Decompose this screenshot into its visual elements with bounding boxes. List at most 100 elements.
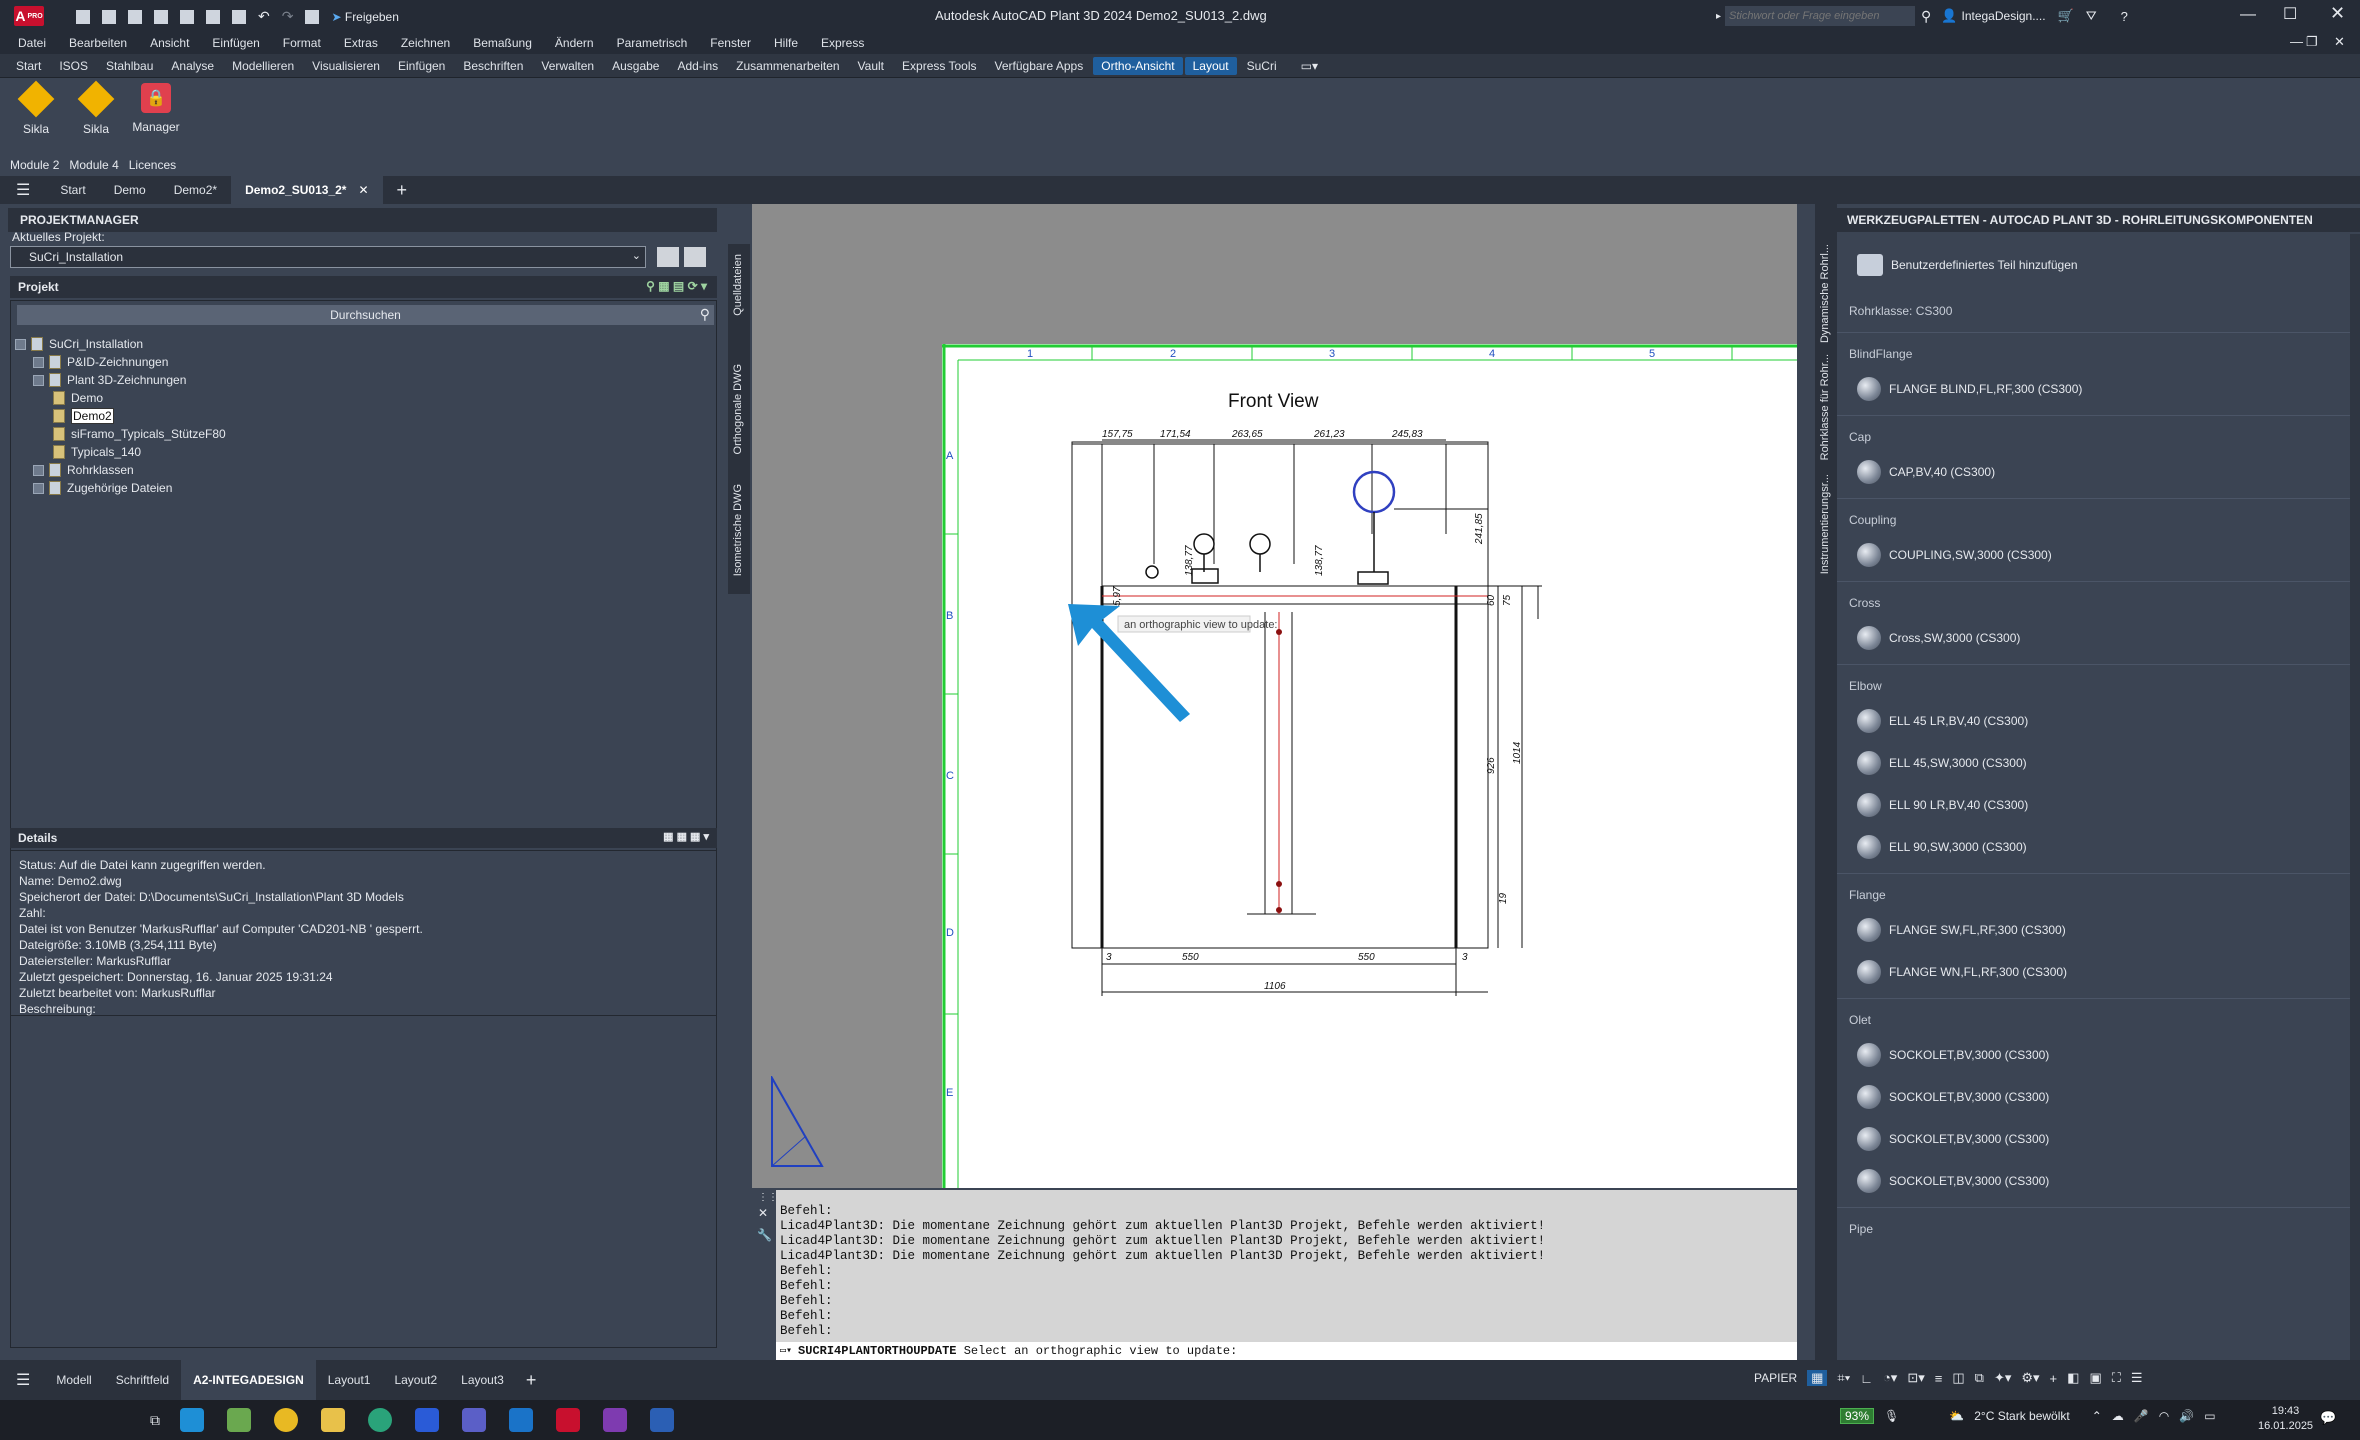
outlook-icon[interactable] xyxy=(509,1408,533,1432)
tree-item-root[interactable]: SuCri_Installation xyxy=(15,335,226,353)
cart-icon[interactable]: 🛒 xyxy=(2058,8,2074,24)
customize-icon[interactable]: ☰ xyxy=(2131,1370,2143,1386)
clean-screen-icon[interactable]: ⛶ xyxy=(2112,1370,2121,1386)
print-project-icon[interactable] xyxy=(657,247,679,267)
palette-item[interactable]: SOCKOLET,BV,3000 (CS300) xyxy=(1857,1085,2350,1109)
tab-beschriften[interactable]: Beschriften xyxy=(455,57,531,75)
palette-item[interactable]: COUPLING,SW,3000 (CS300) xyxy=(1857,543,2350,567)
snap-icon[interactable]: ⌗▾ xyxy=(1837,1370,1850,1386)
menu-parametrisch[interactable]: Parametrisch xyxy=(617,36,688,50)
web-save-icon[interactable] xyxy=(180,9,194,24)
mic-icon[interactable]: 🎙 xyxy=(1884,1409,1899,1423)
project-tools-icons[interactable]: ⚲ ▦ ▤ ⟳ ▾ xyxy=(646,279,707,293)
palette-item[interactable]: FLANGE BLIND,FL,RF,300 (CS300) xyxy=(1857,377,2350,401)
tab-visualisieren[interactable]: Visualisieren xyxy=(304,57,388,75)
lineweight-icon[interactable]: ≡ xyxy=(1935,1371,1943,1386)
grid-icon[interactable]: ▦ xyxy=(1807,1370,1828,1386)
doc-tab-start[interactable]: Start xyxy=(46,176,99,204)
onenote-icon[interactable] xyxy=(603,1408,627,1432)
layout-tab-a2-integadesign[interactable]: A2-INTEGADESIGN xyxy=(181,1360,316,1400)
layout-tab-layout1[interactable]: Layout1 xyxy=(316,1360,383,1400)
tab-analyse[interactable]: Analyse xyxy=(163,57,222,75)
palette-item[interactable]: SOCKOLET,BV,3000 (CS300) xyxy=(1857,1169,2350,1193)
app-taskbar-icon[interactable] xyxy=(180,1408,204,1432)
menu-express[interactable]: Express xyxy=(821,36,864,50)
app-taskbar-icon[interactable] xyxy=(415,1408,439,1432)
autocad-icon[interactable] xyxy=(556,1408,580,1432)
close-icon[interactable]: ✕ xyxy=(758,1206,768,1220)
transparency-icon[interactable]: ◫ xyxy=(1952,1370,1964,1386)
tree-item-siframo[interactable]: siFramo_Typicals_StützeF80 xyxy=(15,425,226,443)
paper-sheet[interactable]: 1 2 3 4 5 A B C D E Front View 157,75 17… xyxy=(942,344,1797,1188)
volume-icon[interactable]: 🔊 xyxy=(2179,1409,2194,1423)
redo-icon[interactable]: ↷ xyxy=(282,8,294,25)
user-account[interactable]: IntegaDesign.... xyxy=(1961,9,2045,23)
project-setup-icon[interactable] xyxy=(684,247,706,267)
tree-item-typicals[interactable]: Typicals_140 xyxy=(15,443,226,461)
collapse-icon[interactable] xyxy=(33,374,44,386)
tree-item-rohrklassen[interactable]: Rohrklassen xyxy=(15,461,226,479)
doc-tab-demo2-su013[interactable]: Demo2_SU013_2* ✕ xyxy=(231,176,383,204)
layout-tab-layout2[interactable]: Layout2 xyxy=(382,1360,449,1400)
weather-text[interactable]: 2°C Stark bewölkt xyxy=(1974,1409,2070,1423)
wifi-icon[interactable]: ◠ xyxy=(2159,1409,2169,1423)
command-input[interactable]: ▭▾ SUCRI4PLANTORTHOUPDATE Select an orth… xyxy=(776,1342,1797,1360)
menu-einfuegen[interactable]: Einfügen xyxy=(212,36,259,50)
palette-scrollbar[interactable] xyxy=(2350,234,2360,1360)
word-icon[interactable] xyxy=(650,1408,674,1432)
new-file-icon[interactable] xyxy=(76,9,90,24)
menu-hilfe[interactable]: Hilfe xyxy=(774,36,798,50)
hamburger-menu-icon[interactable]: ☰ xyxy=(16,1370,30,1390)
share-button[interactable]: ➤ Freigeben xyxy=(331,10,398,24)
collapse-icon[interactable] xyxy=(15,338,26,350)
menu-datei[interactable]: Datei xyxy=(18,36,46,50)
expand-icon[interactable] xyxy=(33,356,44,368)
app-logo-icon[interactable]: A PRO xyxy=(14,6,44,26)
menu-fenster[interactable]: Fenster xyxy=(710,36,751,50)
vtab-dynamische-rohrl[interactable]: Dynamische Rohrl... xyxy=(1819,244,1831,343)
palette-item[interactable]: ELL 90,SW,3000 (CS300) xyxy=(1857,835,2350,859)
help-icon[interactable]: ? xyxy=(2121,9,2128,24)
vtab-rohrklasse[interactable]: Rohrklasse für Rohr... xyxy=(1819,354,1831,460)
onedrive-icon[interactable]: ☁ xyxy=(2112,1409,2124,1423)
tab-start[interactable]: Start xyxy=(8,57,49,75)
tree-item-demo2[interactable]: Demo2 xyxy=(15,407,226,425)
tab-modellieren[interactable]: Modellieren xyxy=(224,57,302,75)
notification-icon[interactable]: 💬 xyxy=(2320,1410,2336,1426)
expand-icon[interactable] xyxy=(33,464,44,476)
tree-item-zugehoerige[interactable]: Zugehörige Dateien xyxy=(15,479,226,497)
menu-aendern[interactable]: Ändern xyxy=(555,36,594,50)
annotation-icon[interactable]: ✦▾ xyxy=(1994,1370,2011,1386)
hardware-accel-icon[interactable]: ▣ xyxy=(2089,1370,2101,1386)
save-as-icon[interactable] xyxy=(154,9,168,24)
tab-sucri[interactable]: SuCri xyxy=(1239,57,1285,75)
weather-icon[interactable]: ⛅ xyxy=(1949,1409,1964,1423)
tab-einfuegen[interactable]: Einfügen xyxy=(390,57,453,75)
doc-close-button[interactable]: ✕ xyxy=(2334,34,2345,50)
doc-restore-button[interactable]: ❐ xyxy=(2306,34,2318,50)
paper-space-toggle[interactable]: PAPIER xyxy=(1754,1371,1797,1385)
expand-arrow-icon[interactable]: ▸ xyxy=(1716,11,1721,22)
layout-tab-modell[interactable]: Modell xyxy=(44,1360,103,1400)
autodesk-icon[interactable]: ⛛ xyxy=(2086,8,2097,24)
menu-bearbeiten[interactable]: Bearbeiten xyxy=(69,36,127,50)
doc-tab-demo2[interactable]: Demo2* xyxy=(160,176,231,204)
print-icon[interactable] xyxy=(232,9,246,24)
microphone-icon[interactable]: 🎤 xyxy=(2134,1409,2149,1423)
new-layout-icon[interactable]: + xyxy=(526,1370,537,1391)
palette-item[interactable]: FLANGE SW,FL,RF,300 (CS300) xyxy=(1857,918,2350,942)
vtab-orthogonale-dwg[interactable]: Orthogonale DWG xyxy=(732,364,744,454)
new-tab-icon[interactable]: + xyxy=(397,180,408,201)
tab-ausgabe[interactable]: Ausgabe xyxy=(604,57,667,75)
tab-stahlbau[interactable]: Stahlbau xyxy=(98,57,161,75)
tab-addins[interactable]: Add-ins xyxy=(669,57,726,75)
publish-icon[interactable] xyxy=(206,9,220,24)
menu-zeichnen[interactable]: Zeichnen xyxy=(401,36,450,50)
menu-ansicht[interactable]: Ansicht xyxy=(150,36,189,50)
help-search-input[interactable] xyxy=(1725,6,1916,26)
grip-icon[interactable]: ⋮⋮ xyxy=(758,1192,778,1203)
teams-icon[interactable] xyxy=(462,1408,486,1432)
sikla-button-1[interactable]: Sikla xyxy=(6,78,66,136)
palette-item[interactable]: CAP,BV,40 (CS300) xyxy=(1857,460,2350,484)
tray-expand-icon[interactable]: ⌃ xyxy=(2092,1409,2102,1423)
